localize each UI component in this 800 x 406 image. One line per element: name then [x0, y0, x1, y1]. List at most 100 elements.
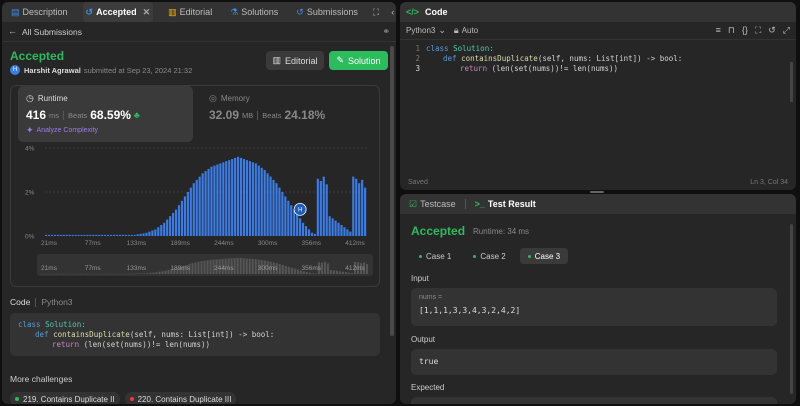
case-1-tab[interactable]: Case 1: [411, 248, 459, 264]
editor-scrollbar[interactable]: [790, 62, 793, 102]
runtime-bar[interactable]: [287, 200, 290, 236]
format-icon[interactable]: ≡: [716, 26, 721, 35]
chevron-down-icon[interactable]: ⌄: [438, 26, 446, 35]
runtime-bar[interactable]: [266, 173, 269, 236]
challenge-link-220[interactable]: 220. Contains Duplicate III: [124, 392, 237, 404]
paperclip-icon[interactable]: ⚭: [382, 27, 390, 36]
runtime-bar[interactable]: [310, 232, 313, 236]
runtime-bar[interactable]: [281, 192, 284, 236]
runtime-bar[interactable]: [239, 157, 243, 236]
runtime-bar[interactable]: [216, 164, 219, 237]
runtime-bar[interactable]: [50, 234, 54, 236]
runtime-bar[interactable]: [83, 234, 86, 236]
runtime-bar[interactable]: [204, 171, 207, 236]
tab-submissions[interactable]: ↺ Submissions: [293, 2, 361, 22]
runtime-bar[interactable]: [151, 230, 154, 237]
runtime-bar[interactable]: [169, 216, 172, 236]
tab-solutions[interactable]: ⚗ Solutions: [227, 2, 281, 22]
all-submissions-link[interactable]: All Submissions: [22, 27, 82, 37]
case-2-tab[interactable]: Case 2: [465, 248, 513, 264]
runtime-bar[interactable]: [92, 234, 95, 236]
runtime-bar[interactable]: [166, 219, 169, 237]
runtime-bar[interactable]: [95, 234, 98, 236]
runtime-bar[interactable]: [59, 234, 62, 236]
runtime-bar[interactable]: [316, 178, 319, 236]
runtime-bar[interactable]: [160, 225, 163, 236]
result-scrollbar[interactable]: [790, 224, 793, 394]
runtime-bar[interactable]: [290, 205, 293, 236]
runtime-bar[interactable]: [254, 163, 257, 236]
runtime-bar[interactable]: [89, 234, 92, 236]
runtime-bar[interactable]: [213, 165, 216, 236]
runtime-bar[interactable]: [192, 183, 195, 236]
runtime-bar[interactable]: [177, 205, 181, 236]
runtime-bar[interactable]: [98, 234, 101, 236]
runtime-bar[interactable]: [346, 229, 349, 236]
runtime-bar[interactable]: [260, 167, 263, 236]
runtime-bar[interactable]: [242, 159, 246, 236]
runtime-bar[interactable]: [228, 160, 231, 236]
runtime-bar[interactable]: [222, 162, 225, 236]
runtime-bar[interactable]: [358, 183, 361, 236]
runtime-bar[interactable]: [349, 231, 352, 236]
runtime-bar[interactable]: [142, 233, 145, 236]
code-editor[interactable]: 1 2 3 class Solution: def containsDuplic…: [400, 42, 796, 162]
bookmark-icon[interactable]: ⊓: [728, 26, 735, 35]
braces-icon[interactable]: {}: [742, 26, 748, 35]
runtime-bar[interactable]: [101, 234, 104, 236]
tab-testcase[interactable]: ☑ Testcase: [406, 194, 459, 214]
runtime-bar[interactable]: [145, 232, 148, 236]
runtime-bar[interactable]: [65, 234, 68, 236]
runtime-bar[interactable]: [296, 214, 299, 236]
runtime-bar[interactable]: [136, 234, 139, 236]
runtime-bar[interactable]: [198, 176, 201, 236]
submitted-code-block[interactable]: class Solution: def containsDuplicate(se…: [10, 313, 380, 356]
runtime-bar[interactable]: [133, 234, 136, 236]
runtime-bar[interactable]: [124, 234, 127, 236]
runtime-bar[interactable]: [325, 184, 328, 236]
tab-accepted[interactable]: ↺ Accepted ✕: [82, 2, 154, 22]
runtime-bar[interactable]: [251, 162, 254, 236]
runtime-bar[interactable]: [302, 222, 305, 236]
tab-test-result[interactable]: >_ Test Result: [472, 194, 539, 214]
runtime-bar[interactable]: [210, 166, 213, 236]
tab-description[interactable]: ▤ Description: [8, 2, 71, 22]
runtime-bar[interactable]: [71, 234, 74, 236]
runtime-bar[interactable]: [304, 226, 308, 236]
runtime-bar[interactable]: [231, 159, 234, 236]
resize-handle[interactable]: [590, 191, 604, 193]
runtime-bar[interactable]: [68, 234, 71, 236]
runtime-bar[interactable]: [272, 179, 275, 236]
fullscreen-icon[interactable]: ⤢: [783, 26, 790, 35]
chevron-left-icon[interactable]: ‹: [391, 7, 394, 17]
tab-editorial[interactable]: ▥ Editorial: [165, 2, 215, 22]
runtime-bar[interactable]: [275, 183, 278, 236]
runtime-bar[interactable]: [186, 192, 189, 236]
runtime-bar[interactable]: [189, 187, 192, 236]
runtime-bar[interactable]: [263, 170, 266, 236]
editorial-button[interactable]: ▥ Editorial: [266, 51, 324, 70]
runtime-bar[interactable]: [364, 187, 367, 236]
runtime-bar[interactable]: [157, 227, 160, 236]
runtime-bar[interactable]: [163, 222, 166, 236]
runtime-bar[interactable]: [331, 218, 334, 236]
runtime-bar[interactable]: [118, 234, 121, 236]
runtime-bar[interactable]: [219, 163, 222, 236]
runtime-distribution-chart[interactable]: 0% 2% 4% H 21ms 77ms 133ms 189ms 244ms 300ms 356ms…: [11, 86, 381, 286]
runtime-bar[interactable]: [86, 234, 89, 236]
runtime-bar[interactable]: [115, 234, 119, 236]
runtime-bar[interactable]: [47, 234, 51, 236]
runtime-bar[interactable]: [284, 196, 287, 236]
case-3-tab[interactable]: Case 3: [519, 248, 569, 264]
runtime-bar[interactable]: [293, 209, 296, 236]
language-select[interactable]: Python3: [406, 26, 435, 35]
runtime-bar[interactable]: [313, 233, 316, 236]
runtime-bar[interactable]: [139, 233, 142, 236]
runtime-bar[interactable]: [207, 168, 210, 236]
maximize-icon[interactable]: ⛶: [373, 7, 379, 17]
runtime-bar[interactable]: [234, 157, 237, 236]
runtime-bar[interactable]: [361, 179, 364, 236]
runtime-bar[interactable]: [245, 160, 249, 236]
runtime-bar[interactable]: [201, 173, 204, 236]
runtime-bar[interactable]: [319, 181, 322, 236]
